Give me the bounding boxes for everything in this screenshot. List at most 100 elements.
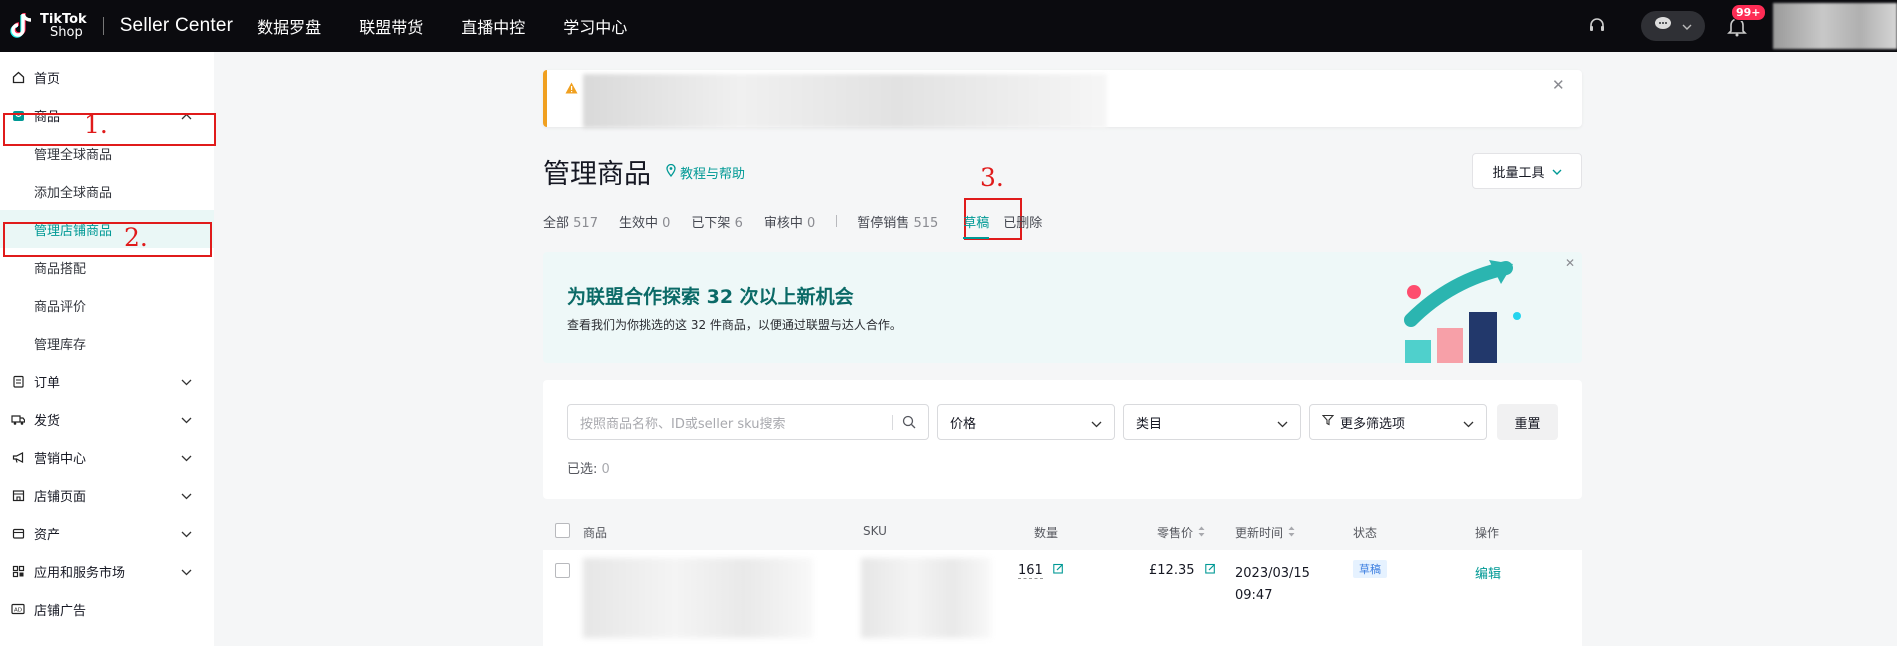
tab-active[interactable]: 生效中 0 (619, 212, 670, 231)
location-pin-icon (666, 163, 676, 181)
tab-all[interactable]: 全部 517 (543, 212, 598, 231)
megaphone-icon (11, 450, 25, 464)
sidebar-item-marketing[interactable]: 营销中心 (0, 438, 214, 476)
headset-icon[interactable] (1587, 16, 1607, 36)
row-checkbox[interactable] (555, 563, 570, 578)
affiliate-banner[interactable]: 为联盟合作探索 32 次以上新机会 查看我们为你挑选的这 32 件商品，以便通过… (543, 252, 1582, 363)
batch-tools-label: 批量工具 (1492, 165, 1545, 181)
annotation-step-1: 1. (84, 110, 108, 139)
logo-divider (102, 17, 104, 35)
column-quantity: 数量 (1034, 526, 1059, 540)
chevron-down-icon (181, 375, 192, 390)
nav-live-control[interactable]: 直播中控 (461, 14, 525, 38)
chevron-down-icon (1277, 417, 1288, 432)
column-actions: 操作 (1475, 526, 1500, 540)
price-cell[interactable]: £12.35 (1149, 563, 1216, 578)
selected-count: 已选: 0 (567, 458, 610, 477)
sidebar-item-label: 首页 (34, 71, 61, 87)
quantity-cell[interactable]: 161 (1018, 563, 1064, 579)
status-tabs: 全部 517 生效中 0 已下架 6 审核中 0 暂停销售 515 草稿 已删除 (543, 210, 1063, 239)
tab-reviewing[interactable]: 审核中 0 (764, 212, 815, 231)
sidebar-item-label: 发货 (34, 413, 61, 429)
edit-link[interactable]: 编辑 (1475, 563, 1501, 582)
sidebar-item-shipping[interactable]: 发货 (0, 400, 214, 438)
more-filters-select[interactable]: 更多筛选项 (1309, 404, 1487, 440)
search-input[interactable]: 按照商品名称、ID或seller sku搜索 (567, 404, 929, 440)
edit-icon[interactable] (1204, 563, 1216, 578)
search-icon[interactable] (902, 415, 916, 433)
top-nav: 数据罗盘 联盟带货 直播中控 学习中心 (257, 14, 665, 38)
tab-label: 暂停销售 (857, 215, 910, 231)
nav-learning-center[interactable]: 学习中心 (563, 14, 627, 38)
search-divider (892, 415, 893, 430)
category-select[interactable]: 类目 (1123, 404, 1301, 440)
bell-icon[interactable]: 99+ (1727, 4, 1766, 37)
quantity-value: 161 (1018, 563, 1043, 579)
help-link[interactable]: 教程与帮助 (666, 163, 745, 182)
chevron-down-icon (1682, 19, 1692, 34)
sidebar-item-store-ads[interactable]: AD 店铺广告 (0, 590, 214, 628)
sidebar-item-label: 应用和服务市场 (34, 565, 126, 581)
sidebar-sub-product-reviews[interactable]: 商品评价 (0, 286, 214, 324)
store-icon (11, 488, 25, 502)
tab-drafts[interactable]: 草稿 (963, 212, 990, 239)
selected-number: 0 (601, 462, 610, 477)
sidebar-item-app-market[interactable]: 应用和服务市场 (0, 552, 214, 590)
sidebar-sub-manage-inventory[interactable]: 管理库存 (0, 324, 214, 362)
sidebar-sub-add-global-products[interactable]: 添加全球商品 (0, 172, 214, 210)
sidebar-item-assets[interactable]: 资产 (0, 514, 214, 552)
chat-menu-button[interactable] (1641, 11, 1705, 41)
tiktok-shop-logo[interactable]: TikTok Shop (10, 12, 87, 40)
sidebar-item-orders[interactable]: 订单 (0, 362, 214, 400)
tab-label: 生效中 (618, 215, 658, 231)
price-value: £12.35 (1149, 563, 1195, 578)
sidebar-item-store-page[interactable]: 店铺页面 (0, 476, 214, 514)
warning-alert: ✕ (543, 70, 1582, 128)
tab-label: 审核中 (763, 215, 803, 231)
batch-tools-button[interactable]: 批量工具 (1472, 153, 1582, 189)
filter-icon (1321, 414, 1335, 430)
nav-affiliate[interactable]: 联盟带货 (359, 14, 423, 38)
nav-data-compass[interactable]: 数据罗盘 (257, 14, 321, 38)
chevron-down-icon (181, 451, 192, 466)
notification-badge: 99+ (1731, 4, 1766, 21)
price-select[interactable]: 价格 (937, 404, 1115, 440)
column-product: 商品 (583, 526, 608, 540)
reset-button[interactable]: 重置 (1497, 404, 1558, 440)
column-retail-price[interactable]: 零售价 (1157, 524, 1205, 541)
chevron-down-icon (181, 413, 192, 428)
tab-delisted[interactable]: 已下架 6 (691, 212, 742, 231)
sort-icon (1198, 526, 1205, 540)
sidebar-item-label: 订单 (34, 375, 61, 391)
table-header: 商品 SKU 数量 零售价 更新时间 状态 操作 (543, 510, 1582, 550)
tab-label: 已删除 (1003, 215, 1043, 231)
close-icon[interactable]: ✕ (1552, 76, 1565, 94)
tab-suspended[interactable]: 暂停销售 515 (857, 212, 938, 231)
selected-label: 已选: (567, 462, 598, 477)
chevron-down-icon (181, 527, 192, 542)
logo-line2: Shop (50, 25, 83, 40)
select-all-checkbox[interactable] (555, 523, 570, 538)
annotation-step-2: 2. (124, 223, 148, 252)
sort-icon (1288, 526, 1295, 540)
updated-date: 2023/03/15 (1235, 566, 1310, 581)
sidebar-item-label: 店铺广告 (34, 603, 87, 619)
updated-time: 09:47 (1235, 588, 1273, 603)
tab-deleted[interactable]: 已删除 (1003, 212, 1042, 231)
page-title: 管理商品 (543, 159, 651, 190)
banner-close-icon[interactable]: ✕ (1565, 256, 1575, 270)
column-updated-time[interactable]: 更新时间 (1235, 524, 1295, 541)
annotation-box-manage-store-products (3, 222, 212, 257)
table-row: 161 £12.35 2023/03/15 09:47 草稿 编辑 (543, 550, 1582, 646)
column-sku: SKU (863, 524, 887, 538)
sidebar-item-home[interactable]: 首页 (0, 58, 214, 96)
tab-count: 515 (913, 215, 939, 231)
brand-title: Seller Center (119, 15, 234, 36)
redacted-alert-text (583, 74, 1107, 128)
ad-icon: AD (11, 602, 25, 616)
account-avatar[interactable] (1773, 3, 1897, 49)
edit-icon[interactable] (1053, 563, 1064, 578)
sidebar-item-label: 店铺页面 (34, 489, 87, 505)
truck-icon (11, 412, 25, 426)
filter-panel: 按照商品名称、ID或seller sku搜索 价格 类目 更多筛选项 重置 已选… (543, 380, 1582, 499)
